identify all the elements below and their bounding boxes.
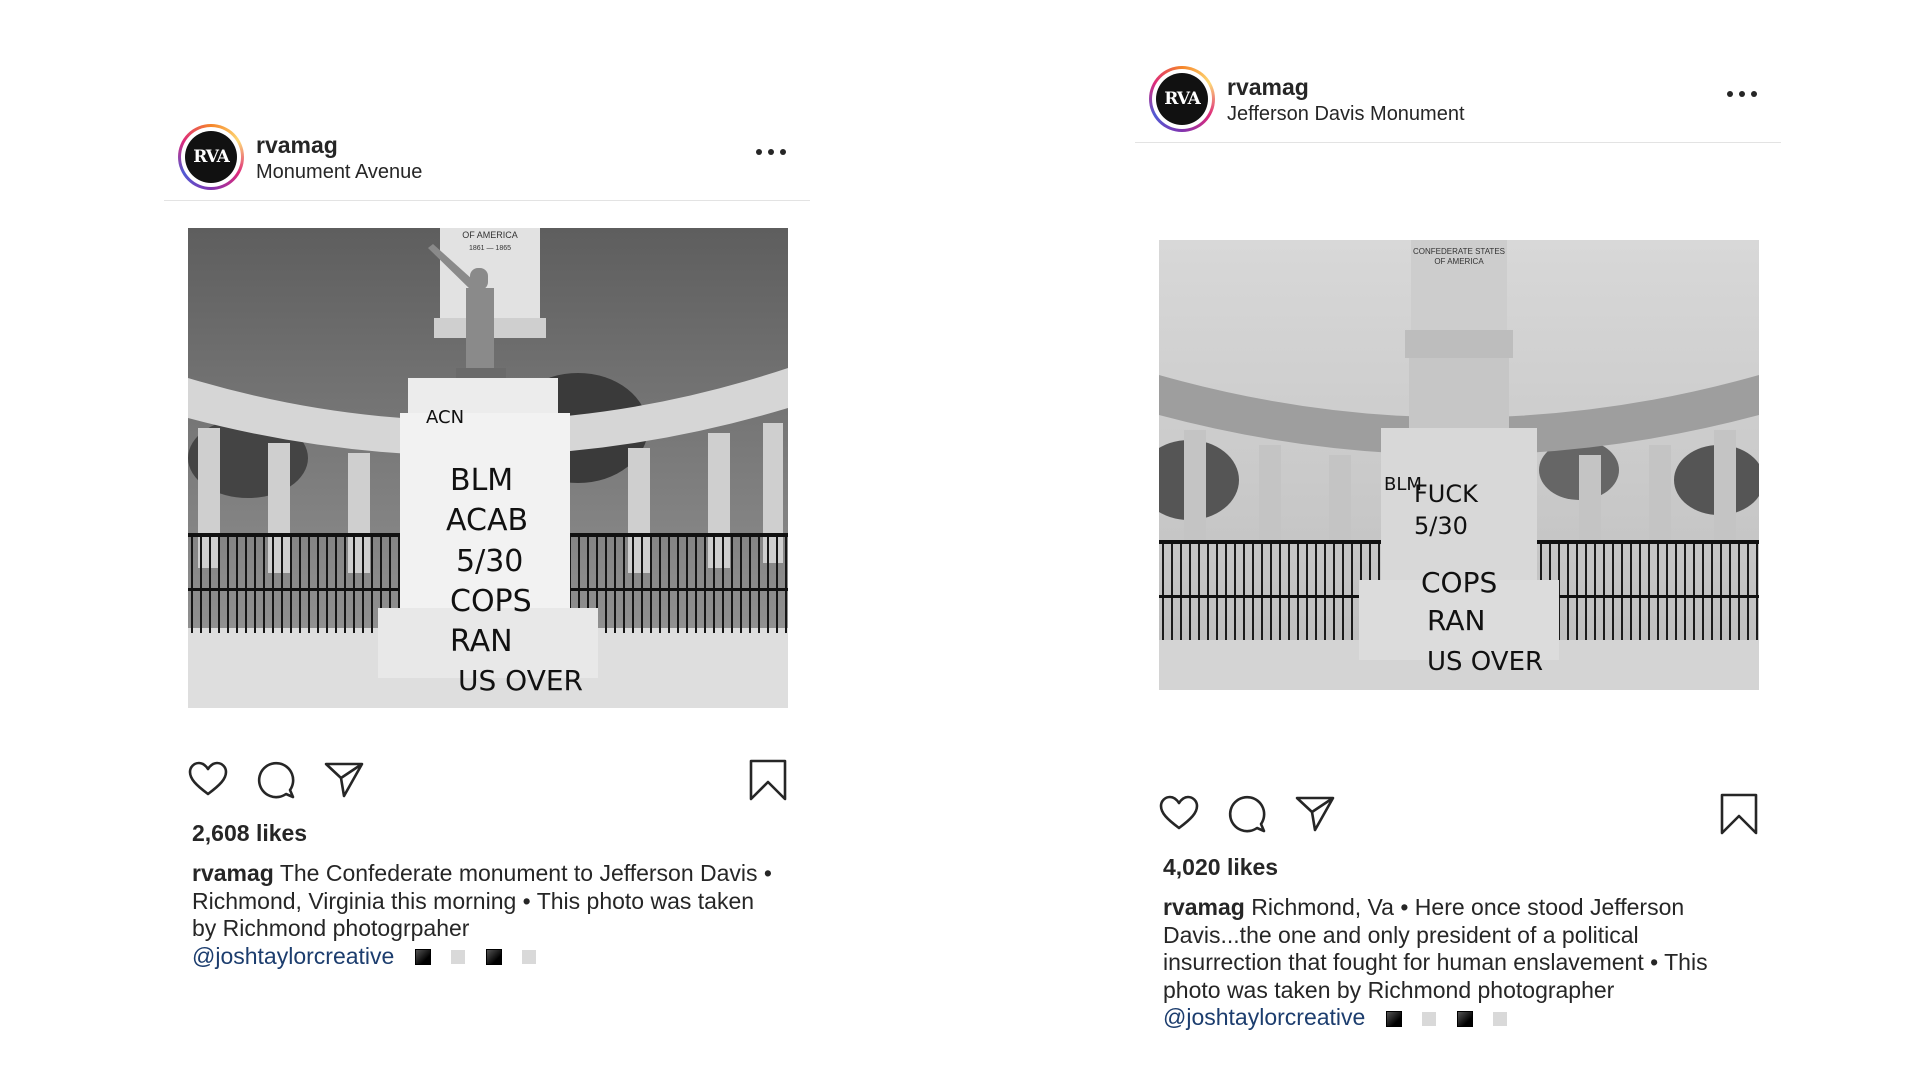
svg-text:BLM: BLM — [1384, 474, 1422, 495]
likes-count[interactable]: 4,020 likes — [1163, 854, 1278, 881]
caption-username[interactable]: rvamag — [1163, 894, 1245, 920]
svg-text:COPS: COPS — [450, 584, 532, 619]
more-icon[interactable] — [1727, 88, 1757, 100]
white-square-icon — [1422, 1011, 1437, 1026]
svg-text:RAN: RAN — [1427, 604, 1485, 637]
heart-icon[interactable] — [1157, 792, 1201, 836]
username[interactable]: rvamag — [256, 132, 338, 159]
share-icon[interactable] — [322, 758, 366, 802]
share-icon[interactable] — [1293, 792, 1337, 836]
comment-icon[interactable] — [1225, 792, 1269, 836]
svg-text:BLM: BLM — [450, 463, 513, 498]
more-icon[interactable] — [756, 146, 786, 158]
action-bar — [188, 758, 788, 802]
svg-text:5/30: 5/30 — [1414, 512, 1468, 540]
black-square-icon — [414, 949, 431, 966]
emoji-squares — [411, 944, 546, 972]
svg-text:ACAB: ACAB — [446, 503, 528, 538]
mention-link[interactable]: @joshtaylorcreative — [192, 943, 394, 969]
svg-text:US OVER: US OVER — [458, 664, 583, 697]
location[interactable]: Monument Avenue — [256, 161, 422, 184]
heart-icon[interactable] — [186, 758, 230, 802]
avatar[interactable]: RVA — [1149, 66, 1215, 132]
svg-text:OF AMERICA: OF AMERICA — [1434, 257, 1484, 266]
caption: rvamag Richmond, Va • Here once stood Je… — [1163, 894, 1753, 1033]
black-square-icon — [1385, 1010, 1402, 1027]
mention-link[interactable]: @joshtaylorcreative — [1163, 1004, 1365, 1030]
svg-text:ACN: ACN — [426, 407, 464, 428]
caption: rvamag The Confederate monument to Jeffe… — [192, 860, 782, 971]
avatar-logo: RVA — [1156, 73, 1208, 125]
location[interactable]: Jefferson Davis Monument — [1227, 103, 1465, 126]
svg-text:FUCK: FUCK — [1414, 480, 1479, 508]
instagram-post-1: RVA rvamag Monument Avenue OF AMERICA 18… — [164, 124, 810, 969]
svg-text:1861 — 1865: 1861 — 1865 — [469, 245, 511, 252]
caption-username[interactable]: rvamag — [192, 860, 274, 886]
username[interactable]: rvamag — [1227, 74, 1309, 101]
emoji-squares — [1382, 1005, 1517, 1033]
white-square-icon — [521, 950, 536, 965]
caption-text: Richmond, Va • Here once stood Jefferson… — [1163, 894, 1708, 1003]
bookmark-icon[interactable] — [1717, 792, 1761, 836]
post-header: RVA rvamag Monument Avenue — [164, 124, 810, 201]
svg-text:RAN: RAN — [450, 624, 513, 659]
avatar[interactable]: RVA — [178, 124, 244, 190]
white-square-icon — [1492, 1011, 1507, 1026]
svg-text:COPS: COPS — [1421, 566, 1497, 599]
svg-text:CONFEDERATE STATES: CONFEDERATE STATES — [1413, 247, 1505, 256]
post-photo[interactable]: OF AMERICA 1861 — 1865 ACN BLM ACAB 5/30… — [188, 228, 788, 708]
avatar-logo: RVA — [185, 131, 237, 183]
white-square-icon — [451, 950, 466, 965]
svg-text:OF AMERICA: OF AMERICA — [462, 230, 518, 240]
comment-icon[interactable] — [254, 758, 298, 802]
post-header: RVA rvamag Jefferson Davis Monument — [1135, 66, 1781, 143]
post-photo[interactable]: CONFEDERATE STATES OF AMERICA FUCK 5/30 … — [1159, 240, 1759, 690]
black-square-icon — [1456, 1010, 1473, 1027]
svg-text:5/30: 5/30 — [456, 544, 523, 579]
action-bar — [1159, 792, 1759, 836]
black-square-icon — [485, 949, 502, 966]
instagram-post-2: RVA rvamag Jefferson Davis Monument CONF… — [1135, 66, 1781, 1030]
likes-count[interactable]: 2,608 likes — [192, 820, 307, 847]
svg-text:US OVER: US OVER — [1427, 647, 1543, 677]
bookmark-icon[interactable] — [746, 758, 790, 802]
caption-text: The Confederate monument to Jefferson Da… — [192, 860, 772, 941]
